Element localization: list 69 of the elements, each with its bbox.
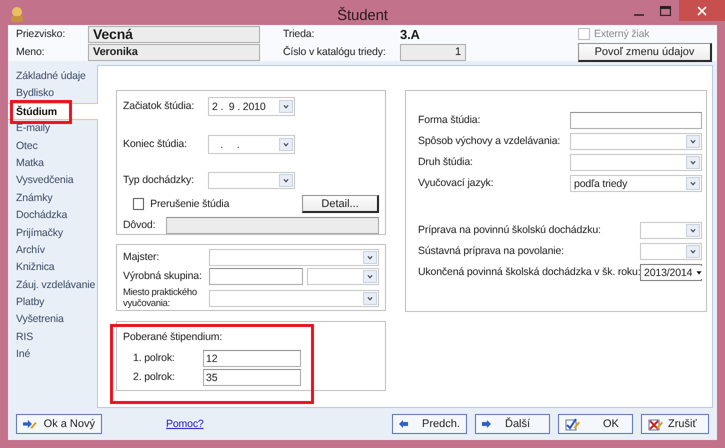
- right-arrow-icon: [482, 420, 491, 428]
- sidebar-item[interactable]: Knižnica: [8, 259, 97, 277]
- sidebar-item[interactable]: Záuj. vzdelávanie: [8, 276, 97, 294]
- sidebar-item[interactable]: Otec: [8, 138, 97, 155]
- group-title: Poberané štipendium:: [123, 331, 224, 343]
- date-field[interactable]: 2 . 9 . 2010: [208, 97, 295, 116]
- sidebar-item[interactable]: Známky: [8, 190, 97, 208]
- minimize-icon: [634, 14, 644, 16]
- sidebar-item[interactable]: Vyšetrenia: [8, 311, 97, 329]
- field-label: Majster:: [123, 252, 160, 263]
- check-pencil-icon: [565, 417, 581, 431]
- checkbox-label: Externý žiak: [594, 28, 650, 40]
- checkbox-label: Prerušenie štúdia: [149, 198, 230, 210]
- sidebar-item[interactable]: Archív: [8, 242, 97, 260]
- sidebar-item[interactable]: E-maily: [8, 120, 97, 138]
- field-label: Trieda:: [283, 28, 316, 40]
- date-field[interactable]: . .: [208, 135, 295, 154]
- allow-edit-button[interactable]: Povoľ zmenu údajov: [578, 42, 712, 62]
- next-button[interactable]: Ďalší: [475, 414, 550, 434]
- surname-field: Vecná: [88, 26, 260, 42]
- close-icon: [697, 6, 707, 16]
- maximize-icon: [660, 6, 671, 16]
- field-label: Miesto praktického vyučovania:: [123, 287, 198, 309]
- sidebar-item[interactable]: Iné: [8, 346, 97, 364]
- field-label: Meno:: [16, 46, 46, 58]
- field-label: Druh štúdia:: [418, 157, 474, 168]
- field-label: Spôsob výchovy a vzdelávania:: [418, 136, 562, 147]
- field-label: Číslo v katalógu triedy:: [283, 46, 387, 58]
- field-label: 1. polrok:: [132, 353, 176, 364]
- stipend-field[interactable]: 12: [203, 350, 301, 367]
- text-field[interactable]: [570, 112, 702, 129]
- catalog-number-field: 1: [400, 44, 466, 60]
- field-label: Príprava na povinnú školskú dochádzku:: [418, 225, 602, 236]
- sidebar-item[interactable]: Vysvedčenia: [8, 172, 97, 190]
- left-arrow-icon: [399, 420, 408, 428]
- name-field: Veronika: [88, 44, 260, 60]
- sidebar-item[interactable]: RIS: [8, 328, 97, 346]
- field-label: Výrobná skupina:: [123, 271, 203, 282]
- field-label: Typ dochádzky:: [123, 175, 195, 186]
- field-label: Priezvisko:: [16, 28, 66, 40]
- ok-and-new-button[interactable]: Ok a Nový: [16, 414, 102, 434]
- field-label: Ukončená povinná školská dochádzka v šk. roku:: [418, 267, 640, 278]
- field-label: 2. polrok:: [132, 372, 176, 383]
- ok-button[interactable]: OK: [558, 414, 633, 434]
- class-value: 3.A: [400, 26, 421, 42]
- field-label: Vyučovací jazyk:: [418, 178, 494, 189]
- cancel-button[interactable]: Zrušiť: [641, 414, 709, 434]
- field-label: Dôvod:: [123, 220, 156, 231]
- field-label: Sústavná príprava na povolanie:: [418, 246, 565, 257]
- interruption-checkbox[interactable]: [132, 198, 144, 210]
- sidebar-item[interactable]: Základné údaje: [8, 68, 97, 86]
- sidebar-item[interactable]: Matka: [8, 154, 97, 172]
- group-field[interactable]: [209, 268, 303, 285]
- cross-pencil-icon: [648, 417, 664, 431]
- detail-button[interactable]: Detail...: [302, 195, 379, 213]
- dropdown[interactable]: podľa triedy: [570, 175, 702, 192]
- app-icon: [8, 5, 26, 23]
- field-label: Koniec štúdia:: [123, 139, 188, 150]
- previous-button[interactable]: Predch.: [392, 414, 467, 434]
- sidebar-item[interactable]: Dochádzka: [8, 207, 97, 225]
- help-link[interactable]: Pomoc?: [166, 418, 204, 430]
- sidebar-item[interactable]: Prijímačky: [8, 224, 97, 242]
- stipend-field[interactable]: 35: [203, 369, 301, 386]
- window-title: Študent: [337, 7, 388, 24]
- sidebar-item[interactable]: Bydlisko: [8, 85, 97, 103]
- close-button[interactable]: [679, 0, 725, 21]
- field-label: Forma štúdia:: [418, 115, 482, 126]
- sidebar-item[interactable]: Platby: [8, 294, 97, 312]
- field-label: Začiatok štúdia:: [123, 101, 196, 112]
